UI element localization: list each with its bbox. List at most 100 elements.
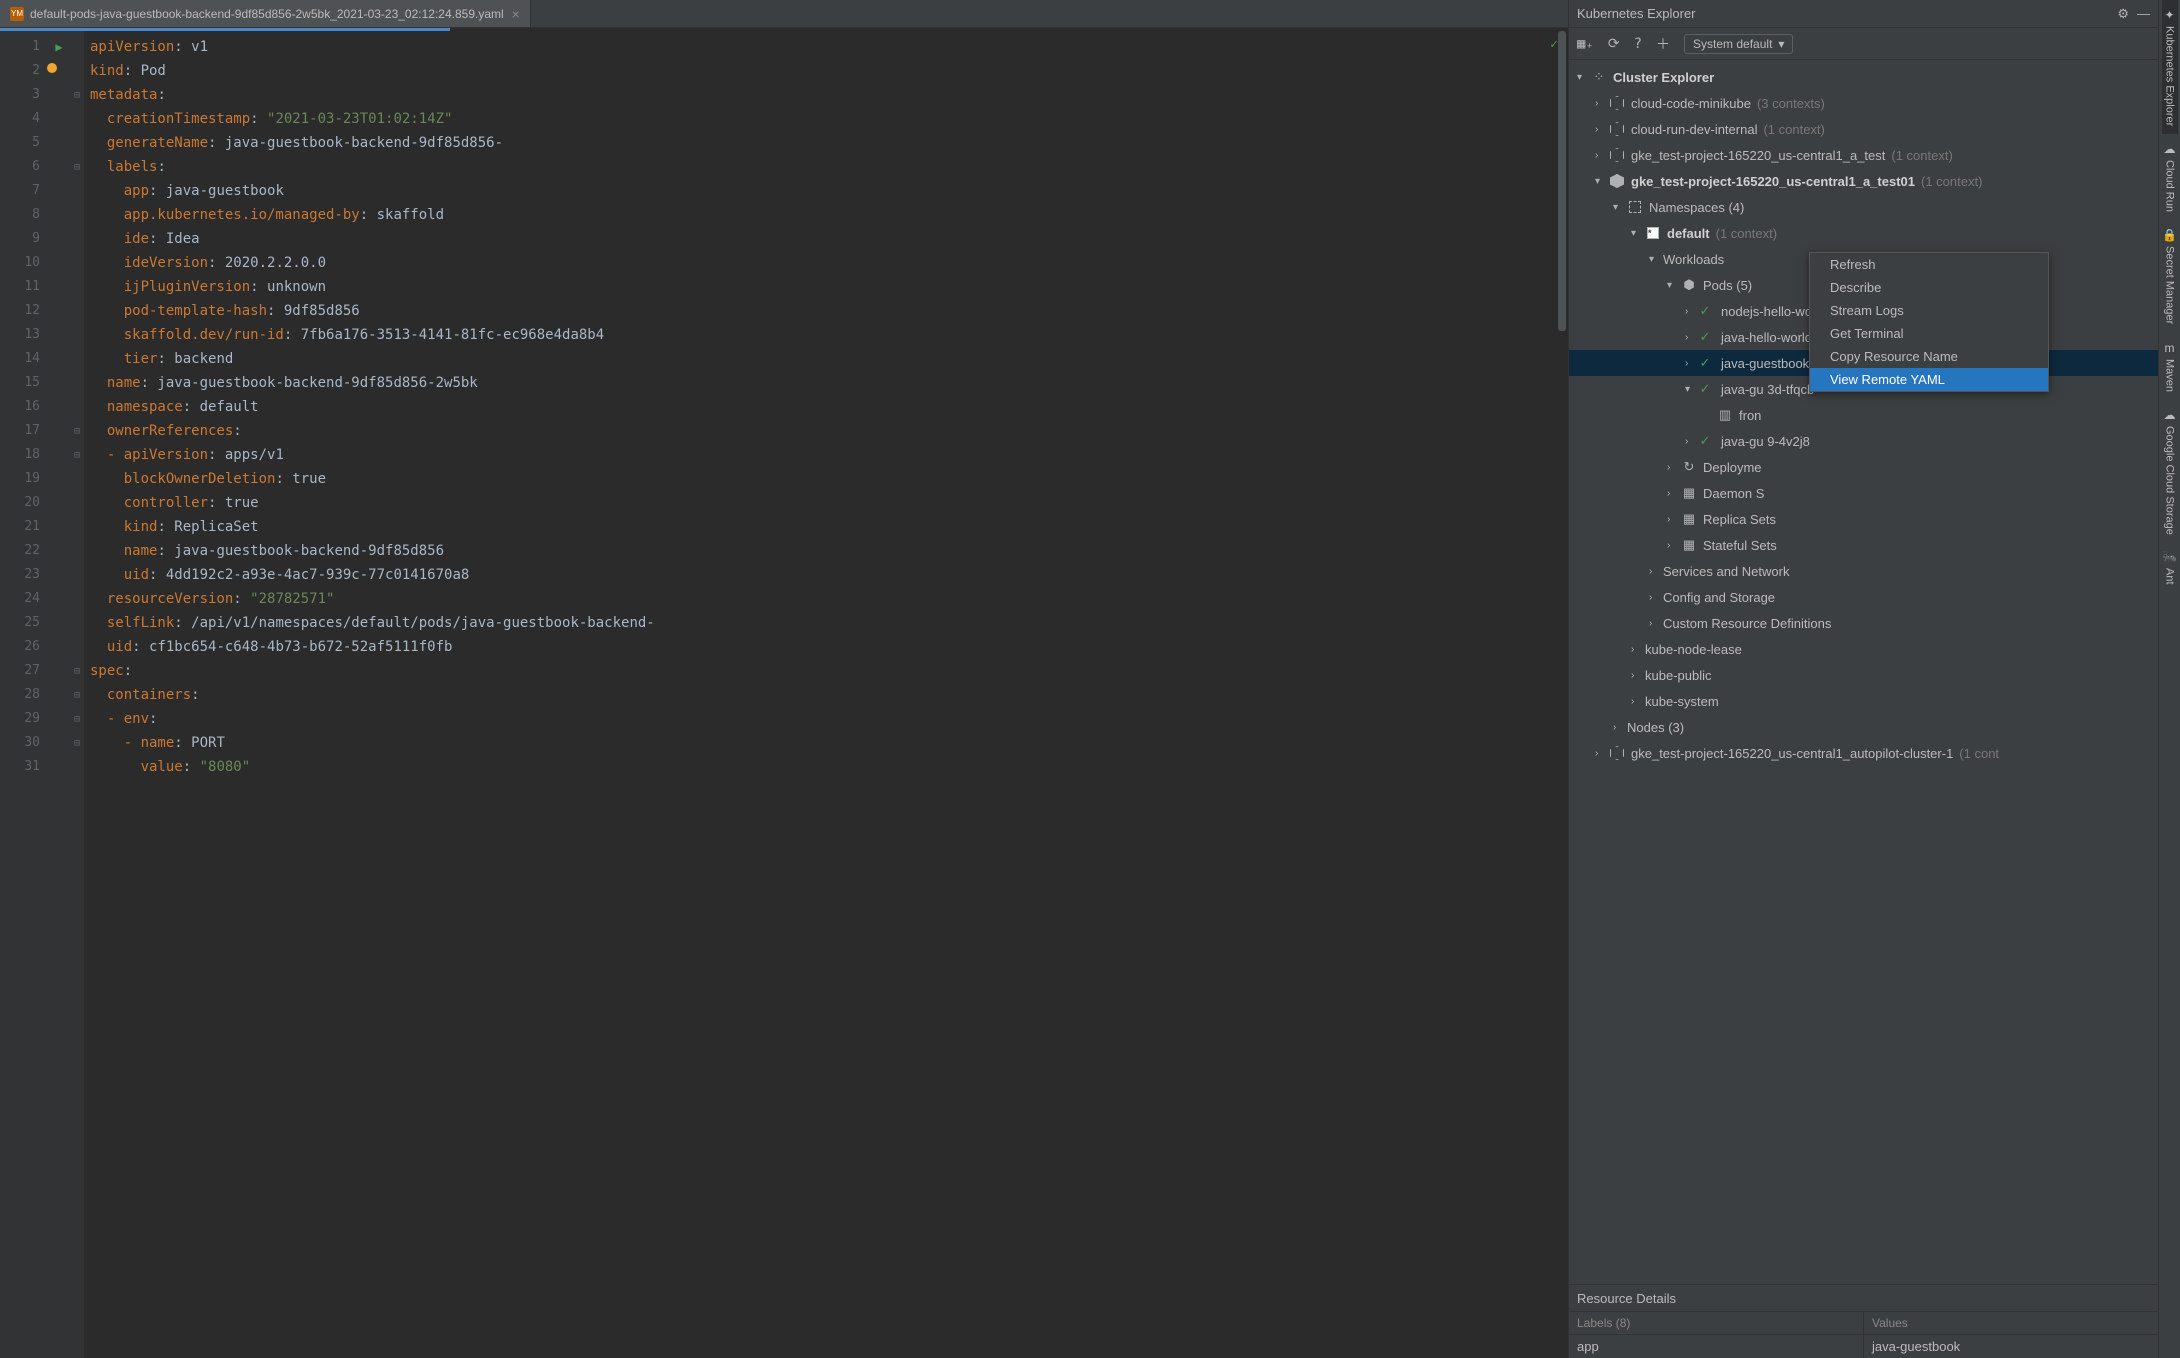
fold-icon[interactable] xyxy=(70,635,84,659)
code-line[interactable]: spec: xyxy=(90,659,1568,683)
code-line[interactable]: labels: xyxy=(90,155,1568,179)
tree-arrow-icon[interactable]: ▾ xyxy=(1667,280,1681,291)
run-gutter-icon[interactable] xyxy=(48,251,70,275)
tree-arrow-icon[interactable]: ▾ xyxy=(1649,254,1663,265)
daemonsets-node[interactable]: ›▦Daemon S xyxy=(1569,480,2158,506)
run-gutter-icon[interactable] xyxy=(48,323,70,347)
run-gutter-icon[interactable] xyxy=(48,227,70,251)
labels-column-header[interactable]: Labels (8) xyxy=(1569,1312,1863,1335)
tree-arrow-icon[interactable]: › xyxy=(1613,722,1627,733)
fold-icon[interactable]: ⊟ xyxy=(70,731,84,755)
help-icon[interactable]: ? xyxy=(1634,36,1642,52)
tree-arrow-icon[interactable]: ▾ xyxy=(1577,72,1591,83)
tree-arrow-icon[interactable]: › xyxy=(1631,644,1645,655)
run-gutter-icon[interactable] xyxy=(48,179,70,203)
pod-node[interactable]: ›✓java-gu 9-4v2j8 xyxy=(1569,428,2158,454)
tree-arrow-icon[interactable]: › xyxy=(1649,592,1663,603)
fold-icon[interactable] xyxy=(70,227,84,251)
code-area[interactable]: apiVersion: v1kind: Podmetadata: creatio… xyxy=(84,31,1568,1358)
run-gutter-icon[interactable] xyxy=(48,347,70,371)
add-icon[interactable]: ＋ xyxy=(1656,34,1670,54)
fold-icon[interactable] xyxy=(70,395,84,419)
namespace-default[interactable]: ▾*default(1 context) xyxy=(1569,220,2158,246)
namespace-node[interactable]: ›kube-system xyxy=(1569,688,2158,714)
fold-icon[interactable]: ⊟ xyxy=(70,443,84,467)
fold-icon[interactable] xyxy=(70,515,84,539)
code-line[interactable]: app: java-guestbook xyxy=(90,179,1568,203)
code-line[interactable]: ownerReferences: xyxy=(90,419,1568,443)
run-gutter-icon[interactable] xyxy=(48,659,70,683)
context-menu-item[interactable]: Copy Resource Name xyxy=(1810,345,2048,368)
fold-icon[interactable] xyxy=(70,59,84,83)
code-line[interactable]: skaffold.dev/run-id: 7fb6a176-3513-4141-… xyxy=(90,323,1568,347)
code-line[interactable]: resourceVersion: "28782571" xyxy=(90,587,1568,611)
tree-arrow-icon[interactable]: › xyxy=(1649,566,1663,577)
code-line[interactable]: ideVersion: 2020.2.2.0.0 xyxy=(90,251,1568,275)
run-gutter-icon[interactable] xyxy=(48,275,70,299)
analysis-ok-icon[interactable]: ✓ xyxy=(1550,37,1558,52)
run-gutter-icon[interactable] xyxy=(48,731,70,755)
context-menu-item[interactable]: Get Terminal xyxy=(1810,322,2048,345)
tree-arrow-icon[interactable]: › xyxy=(1595,748,1609,759)
tree-arrow-icon[interactable]: › xyxy=(1595,124,1609,135)
tool-window-button[interactable]: 🐜Ant xyxy=(2160,542,2179,593)
namespace-node[interactable]: ›kube-node-lease xyxy=(1569,636,2158,662)
tree-arrow-icon[interactable]: › xyxy=(1595,150,1609,161)
editor-tab[interactable]: YM default-pods-java-guestbook-backend-9… xyxy=(0,0,531,27)
cluster-node[interactable]: ›cloud-code-minikube(3 contexts) xyxy=(1569,90,2158,116)
fold-icon[interactable]: ⊟ xyxy=(70,683,84,707)
container-node[interactable]: ▥fron xyxy=(1569,402,2158,428)
warning-gutter-icon[interactable] xyxy=(47,63,57,73)
tool-window-button[interactable]: mMaven xyxy=(2162,333,2178,400)
fold-icon[interactable] xyxy=(70,275,84,299)
code-line[interactable]: kind: Pod xyxy=(90,59,1568,83)
tool-window-button[interactable]: ✦Kubernetes Explorer xyxy=(2162,0,2178,134)
tool-window-button[interactable]: ☁Google Cloud Storage xyxy=(2162,400,2178,543)
tree-arrow-icon[interactable]: › xyxy=(1667,514,1681,525)
fold-icon[interactable] xyxy=(70,611,84,635)
fold-icon[interactable] xyxy=(70,539,84,563)
run-gutter-icon[interactable] xyxy=(48,395,70,419)
code-line[interactable]: ide: Idea xyxy=(90,227,1568,251)
code-line[interactable]: ijPluginVersion: unknown xyxy=(90,275,1568,299)
code-line[interactable]: name: java-guestbook-backend-9df85d856-2… xyxy=(90,371,1568,395)
code-line[interactable]: uid: 4dd192c2-a93e-4ac7-939c-77c0141670a… xyxy=(90,563,1568,587)
run-gutter-icon[interactable] xyxy=(48,707,70,731)
fold-icon[interactable] xyxy=(70,131,84,155)
tree-arrow-icon[interactable]: › xyxy=(1667,488,1681,499)
deployments-node[interactable]: ›↻Deployme xyxy=(1569,454,2158,480)
minimize-icon[interactable]: — xyxy=(2137,6,2150,22)
add-cluster-icon[interactable]: ▦₊ xyxy=(1577,36,1594,52)
cluster-node[interactable]: ›gke_test-project-165220_us-central1_aut… xyxy=(1569,740,2158,766)
context-menu-item[interactable]: View Remote YAML xyxy=(1810,368,2048,391)
fold-icon[interactable]: ⊟ xyxy=(70,707,84,731)
code-line[interactable]: - env: xyxy=(90,707,1568,731)
code-line[interactable]: kind: ReplicaSet xyxy=(90,515,1568,539)
fold-icon[interactable]: ⊟ xyxy=(70,83,84,107)
tree-arrow-icon[interactable]: › xyxy=(1685,436,1699,447)
code-line[interactable]: controller: true xyxy=(90,491,1568,515)
fold-icon[interactable] xyxy=(70,371,84,395)
cluster-explorer-root[interactable]: ▾⁘Cluster Explorer xyxy=(1569,64,2158,90)
code-line[interactable]: tier: backend xyxy=(90,347,1568,371)
namespace-node[interactable]: ›kube-public xyxy=(1569,662,2158,688)
run-gutter-icon[interactable] xyxy=(48,611,70,635)
fold-icon[interactable] xyxy=(70,755,84,779)
tree-arrow-icon[interactable]: ▾ xyxy=(1631,228,1645,239)
fold-icon[interactable] xyxy=(70,203,84,227)
run-gutter-icon[interactable] xyxy=(48,419,70,443)
fold-icon[interactable] xyxy=(70,467,84,491)
context-dropdown[interactable]: System default ▾ xyxy=(1684,34,1793,54)
run-gutter-icon[interactable] xyxy=(48,587,70,611)
code-line[interactable]: - apiVersion: apps/v1 xyxy=(90,443,1568,467)
section-node[interactable]: ›Config and Storage xyxy=(1569,584,2158,610)
run-gutter-icon[interactable] xyxy=(48,131,70,155)
context-menu-item[interactable]: Describe xyxy=(1810,276,2048,299)
code-line[interactable]: containers: xyxy=(90,683,1568,707)
run-gutter-icon[interactable] xyxy=(48,635,70,659)
fold-icon[interactable] xyxy=(70,323,84,347)
tree-arrow-icon[interactable]: › xyxy=(1595,98,1609,109)
tree-arrow-icon[interactable]: › xyxy=(1649,618,1663,629)
run-gutter-icon[interactable] xyxy=(48,467,70,491)
code-line[interactable]: namespace: default xyxy=(90,395,1568,419)
